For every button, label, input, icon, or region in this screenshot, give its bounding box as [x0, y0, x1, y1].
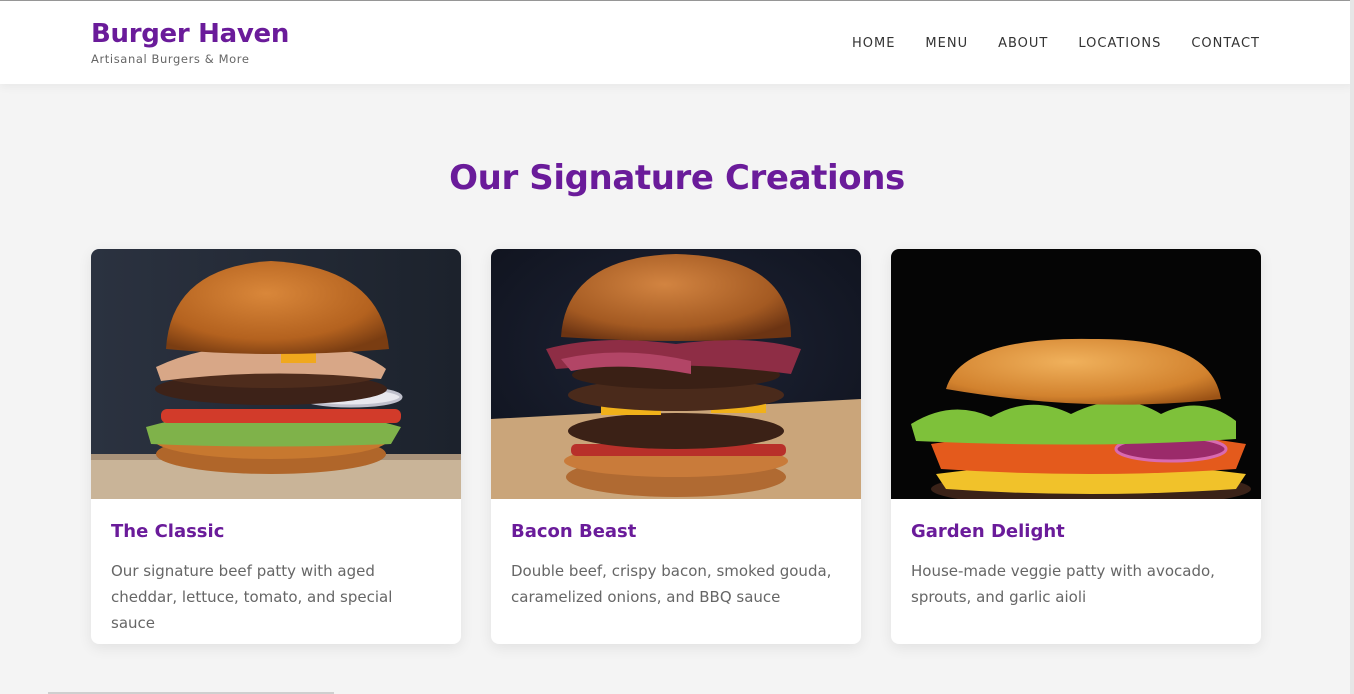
card-description: Our signature beef patty with aged chedd… — [111, 562, 393, 632]
bacon-burger-photo — [491, 249, 861, 499]
menu-card-bacon-beast[interactable]: Bacon Beast Double beef, crispy bacon, s… — [491, 249, 861, 644]
brand-tagline: Artisanal Burgers & More — [91, 52, 250, 66]
nav-locations[interactable]: LOCATIONS — [1078, 36, 1161, 51]
menu-card-garden-delight[interactable]: Garden Delight House-made veggie patty w… — [891, 249, 1261, 644]
card-title[interactable]: Garden Delight — [911, 521, 1241, 542]
card-description: Double beef, crispy bacon, smoked gouda,… — [511, 562, 832, 606]
card-title[interactable]: Bacon Beast — [511, 521, 841, 542]
vertical-scrollbar[interactable] — [1350, 0, 1354, 694]
section-title: Our Signature Creations — [449, 158, 905, 198]
nav-contact[interactable]: CONTACT — [1191, 36, 1260, 51]
classic-burger-photo — [91, 249, 461, 499]
nav-home[interactable]: HOME — [852, 36, 895, 51]
card-title[interactable]: The Classic — [111, 521, 441, 542]
nav-menu[interactable]: MENU — [925, 36, 968, 51]
site-header: Burger Haven Artisanal Burgers & More HO… — [0, 1, 1354, 84]
brand-name[interactable]: Burger Haven — [91, 18, 289, 50]
menu-card-classic[interactable]: The Classic Our signature beef patty wit… — [91, 249, 461, 644]
main-nav: HOME MENU ABOUT LOCATIONS CONTACT — [852, 36, 1260, 51]
card-description: House-made veggie patty with avocado, sp… — [911, 562, 1215, 606]
menu-cards: The Classic Our signature beef patty wit… — [91, 249, 1261, 644]
veggie-burger-photo — [891, 249, 1261, 499]
brand[interactable]: Burger Haven Artisanal Burgers & More — [91, 18, 289, 66]
nav-about[interactable]: ABOUT — [998, 36, 1048, 51]
